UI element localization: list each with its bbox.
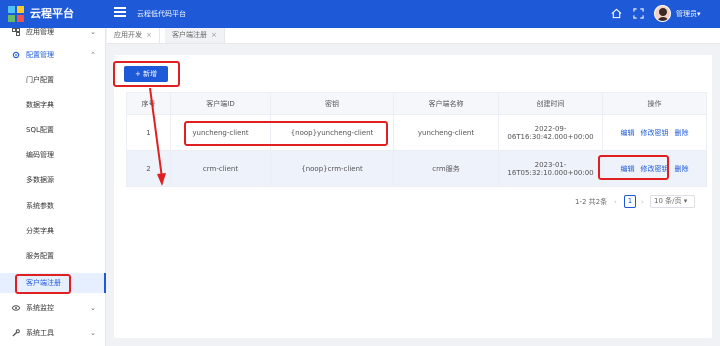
next-page-icon[interactable]: › [641,196,644,208]
prev-page-icon[interactable]: ‹ [614,196,617,208]
annotation-arrow [149,87,166,186]
page-size-select[interactable]: 10 条/页 ▾ [650,195,695,208]
page-number[interactable]: 1 [624,195,636,208]
pager-total: 1-2 共2条 [575,198,608,206]
